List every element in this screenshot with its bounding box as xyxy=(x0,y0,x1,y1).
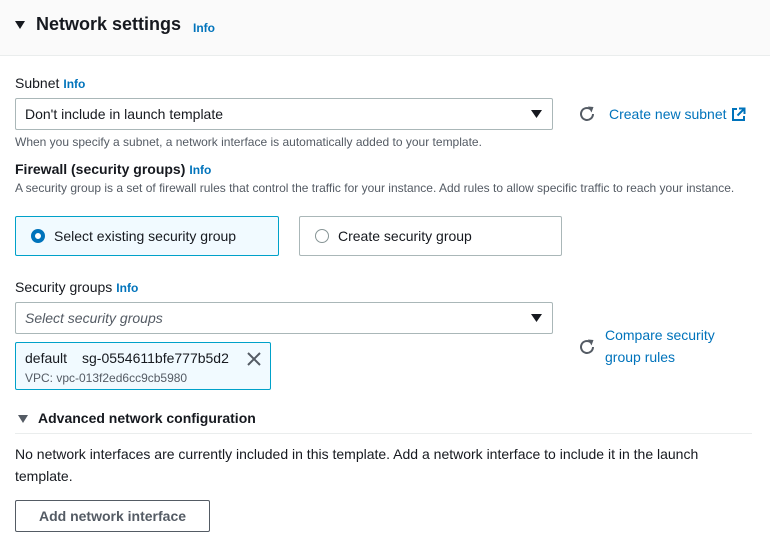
security-groups-placeholder: Select security groups xyxy=(25,310,163,326)
create-sg-label: Create security group xyxy=(338,228,472,244)
token-vpc-id: VPC: vpc-013f2ed6cc9cb5980 xyxy=(25,371,188,385)
caret-down-icon xyxy=(531,314,542,322)
subnet-select[interactable]: Don't include in launch template xyxy=(15,98,553,130)
firewall-info-link[interactable]: Info xyxy=(189,163,211,177)
token-sg-name: default xyxy=(25,350,68,366)
caret-down-icon[interactable] xyxy=(18,414,28,424)
radio-unselected-icon[interactable] xyxy=(315,229,329,243)
firewall-label: Firewall (security groups) Info xyxy=(15,161,211,177)
caret-down-icon xyxy=(531,110,542,118)
compare-sg-rules-link-line1[interactable]: Compare security xyxy=(605,327,715,343)
firewall-description: A security group is a set of firewall ru… xyxy=(15,181,735,195)
external-link-icon xyxy=(732,107,746,121)
subnet-info-link[interactable]: Info xyxy=(63,77,85,91)
refresh-icon[interactable] xyxy=(578,338,596,356)
subnet-description: When you specify a subnet, a network int… xyxy=(15,135,482,149)
security-groups-label-text: Security groups xyxy=(15,279,113,295)
security-group-token: default sg-0554611bfe777b5d2 VPC: vpc-01… xyxy=(15,342,271,390)
create-subnet-link[interactable]: Create new subnet xyxy=(609,106,727,122)
select-existing-sg-label: Select existing security group xyxy=(54,228,237,244)
token-sg-id: sg-0554611bfe777b5d2 xyxy=(82,350,229,366)
close-icon[interactable] xyxy=(247,352,261,366)
section-header: Network settings Info xyxy=(0,0,770,56)
security-groups-info-link[interactable]: Info xyxy=(116,281,138,295)
firewall-label-text: Firewall (security groups) xyxy=(15,161,186,177)
network-interfaces-message: No network interfaces are currently incl… xyxy=(15,446,699,484)
refresh-icon[interactable] xyxy=(578,105,596,123)
security-groups-select[interactable]: Select security groups xyxy=(15,302,553,334)
section-title: Network settings xyxy=(36,14,182,34)
subnet-label: Subnet Info xyxy=(15,75,85,91)
radio-selected-icon[interactable] xyxy=(31,229,45,243)
divider xyxy=(15,433,752,434)
add-network-interface-button[interactable]: Add network interface xyxy=(15,500,210,532)
create-sg-tile[interactable]: Create security group xyxy=(299,216,562,256)
header-info-link[interactable]: Info xyxy=(193,21,215,35)
security-groups-label: Security groups Info xyxy=(15,279,138,295)
subnet-select-value: Don't include in launch template xyxy=(25,106,224,122)
subnet-label-text: Subnet xyxy=(15,75,60,91)
compare-sg-rules-link-line2[interactable]: group rules xyxy=(605,349,675,365)
select-existing-sg-tile[interactable]: Select existing security group xyxy=(15,216,279,256)
advanced-network-title[interactable]: Advanced network configuration xyxy=(38,410,256,426)
caret-down-icon[interactable] xyxy=(14,19,26,31)
